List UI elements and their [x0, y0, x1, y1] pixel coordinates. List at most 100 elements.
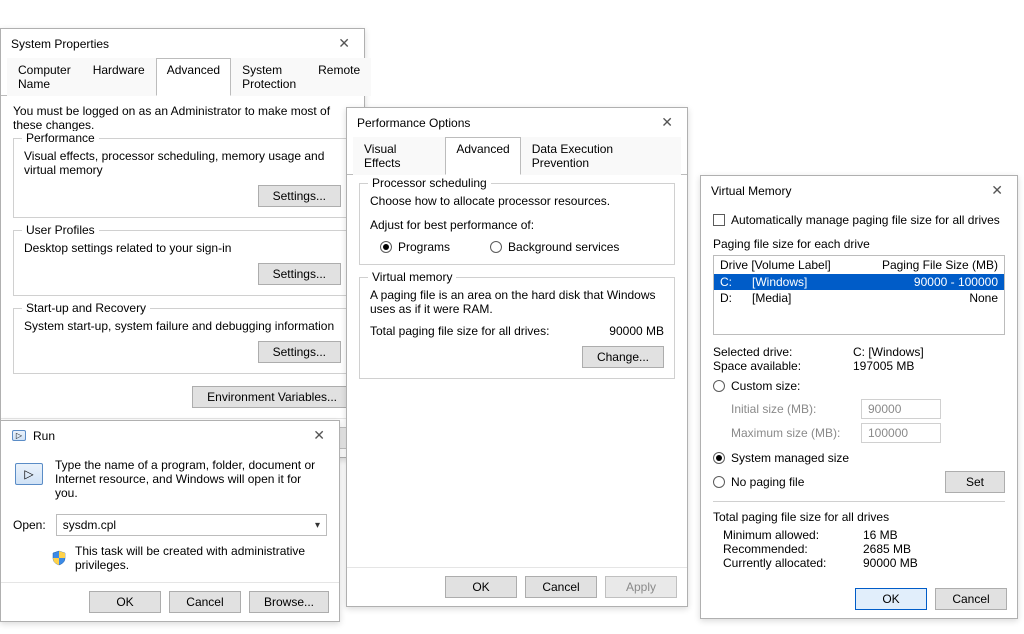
open-label: Open:	[13, 518, 46, 532]
tab-visual-effects[interactable]: Visual Effects	[353, 137, 445, 175]
close-icon[interactable]: ✕	[657, 114, 677, 131]
user-profiles-desc: Desktop settings related to your sign-in	[24, 241, 341, 255]
titlebar: ▷ Run ✕	[1, 421, 339, 450]
tab-advanced[interactable]: Advanced	[156, 58, 231, 96]
radio-custom-size[interactable]: Custom size:	[713, 379, 800, 393]
checkbox-box-icon	[713, 214, 725, 226]
radio-no-paging-file[interactable]: No paging file	[713, 475, 804, 489]
radio-programs[interactable]: Programs	[380, 240, 450, 254]
set-button[interactable]: Set	[945, 471, 1005, 493]
performance-desc: Visual effects, processor scheduling, me…	[24, 149, 341, 177]
run-large-icon: ▷	[13, 458, 45, 490]
radio-system-managed[interactable]: System managed size	[713, 451, 849, 465]
run-admin-note: This task will be created with administr…	[75, 544, 327, 572]
admin-note: You must be logged on as an Administrato…	[13, 104, 352, 132]
auto-manage-label: Automatically manage paging file size fo…	[731, 213, 1000, 227]
selected-drive-label: Selected drive:	[713, 345, 853, 359]
window-title: Performance Options	[357, 116, 470, 130]
maximum-size-label: Maximum size (MB):	[731, 426, 851, 440]
startup-recovery-settings-button[interactable]: Settings...	[258, 341, 341, 363]
run-icon: ▷	[11, 428, 27, 444]
currently-allocated-label: Currently allocated:	[723, 556, 863, 570]
drive-row[interactable]: D: [Media]None	[714, 290, 1004, 306]
cancel-button[interactable]: Cancel	[525, 576, 597, 598]
cancel-button[interactable]: Cancel	[935, 588, 1007, 610]
space-available-label: Space available:	[713, 359, 853, 373]
tab-advanced[interactable]: Advanced	[445, 137, 520, 175]
radio-dot-icon	[713, 452, 725, 464]
performance-group: Performance Visual effects, processor sc…	[13, 138, 352, 218]
chevron-down-icon: ▾	[315, 520, 320, 531]
performance-options-window: Performance Options ✕ Visual Effects Adv…	[346, 107, 688, 607]
user-profiles-group: User Profiles Desktop settings related t…	[13, 230, 352, 296]
user-profiles-settings-button[interactable]: Settings...	[258, 263, 341, 285]
window-title: Virtual Memory	[711, 184, 791, 198]
titlebar: Performance Options ✕	[347, 108, 687, 137]
startup-recovery-legend: Start-up and Recovery	[22, 301, 150, 315]
radio-dot-icon	[713, 476, 725, 488]
apply-button[interactable]: Apply	[605, 576, 677, 598]
close-icon[interactable]: ✕	[309, 427, 329, 444]
tab-hardware[interactable]: Hardware	[82, 58, 156, 96]
cancel-button[interactable]: Cancel	[169, 591, 241, 613]
virtual-memory-window: Virtual Memory ✕ Automatically manage pa…	[700, 175, 1018, 619]
ok-button[interactable]: OK	[445, 576, 517, 598]
tabs: Computer Name Hardware Advanced System P…	[1, 58, 364, 96]
titlebar: System Properties ✕	[1, 29, 364, 58]
min-allowed-label: Minimum allowed:	[723, 528, 863, 542]
radio-no-paging-label: No paging file	[731, 475, 804, 489]
radio-background-label: Background services	[508, 240, 619, 254]
size-header: Paging File Size (MB)	[882, 258, 998, 272]
drive-header: Drive [Volume Label]	[720, 258, 882, 272]
processor-scheduling-desc: Choose how to allocate processor resourc…	[370, 194, 664, 208]
browse-button[interactable]: Browse...	[249, 591, 329, 613]
performance-settings-button[interactable]: Settings...	[258, 185, 341, 207]
initial-size-input[interactable]: 90000	[861, 399, 941, 419]
drive-list[interactable]: Drive [Volume Label] Paging File Size (M…	[713, 255, 1005, 335]
min-allowed-value: 16 MB	[863, 528, 898, 542]
close-icon[interactable]: ✕	[334, 35, 354, 52]
auto-manage-checkbox[interactable]: Automatically manage paging file size fo…	[713, 213, 1000, 227]
total-paging-label: Total paging file size for all drives:	[370, 324, 549, 338]
drive-size-cell: None	[969, 291, 998, 305]
ok-button[interactable]: OK	[89, 591, 161, 613]
environment-variables-button[interactable]: Environment Variables...	[192, 386, 352, 408]
run-desc: Type the name of a program, folder, docu…	[55, 458, 327, 500]
tab-system-protection[interactable]: System Protection	[231, 58, 307, 96]
radio-custom-label: Custom size:	[731, 379, 800, 393]
drive-size-cell: 90000 - 100000	[914, 275, 998, 289]
maximum-size-input[interactable]: 100000	[861, 423, 941, 443]
user-profiles-legend: User Profiles	[22, 223, 99, 237]
drive-cell: C: [Windows]	[720, 275, 914, 289]
total-paging-value: 90000 MB	[609, 324, 664, 338]
tab-computer-name[interactable]: Computer Name	[7, 58, 82, 96]
processor-scheduling-group: Processor scheduling Choose how to alloc…	[359, 183, 675, 265]
virtual-memory-legend: Virtual memory	[368, 270, 456, 284]
totals-legend: Total paging file size for all drives	[713, 510, 1005, 524]
startup-recovery-desc: System start-up, system failure and debu…	[24, 319, 341, 333]
tab-remote[interactable]: Remote	[307, 58, 371, 96]
currently-allocated-value: 90000 MB	[863, 556, 918, 570]
system-properties-window: System Properties ✕ Computer Name Hardwa…	[0, 28, 365, 458]
virtual-memory-desc: A paging file is an area on the hard dis…	[370, 288, 664, 316]
tab-dep[interactable]: Data Execution Prevention	[521, 137, 681, 175]
open-combo[interactable]: sysdm.cpl ▾	[56, 514, 327, 536]
ok-button[interactable]: OK	[855, 588, 927, 610]
titlebar: Virtual Memory ✕	[701, 176, 1017, 205]
radio-dot-icon	[713, 380, 725, 392]
performance-legend: Performance	[22, 131, 99, 145]
startup-recovery-group: Start-up and Recovery System start-up, s…	[13, 308, 352, 374]
radio-programs-label: Programs	[398, 240, 450, 254]
change-button[interactable]: Change...	[582, 346, 664, 368]
drive-row[interactable]: C: [Windows]90000 - 100000	[714, 274, 1004, 290]
shield-icon	[51, 550, 67, 566]
open-value: sysdm.cpl	[63, 518, 116, 532]
processor-scheduling-legend: Processor scheduling	[368, 176, 491, 190]
recommended-value: 2685 MB	[863, 542, 911, 556]
radio-system-managed-label: System managed size	[731, 451, 849, 465]
virtual-memory-group: Virtual memory A paging file is an area …	[359, 277, 675, 379]
radio-dot-icon	[380, 241, 392, 253]
window-title: Run	[33, 429, 55, 443]
close-icon[interactable]: ✕	[987, 182, 1007, 199]
radio-background-services[interactable]: Background services	[490, 240, 619, 254]
